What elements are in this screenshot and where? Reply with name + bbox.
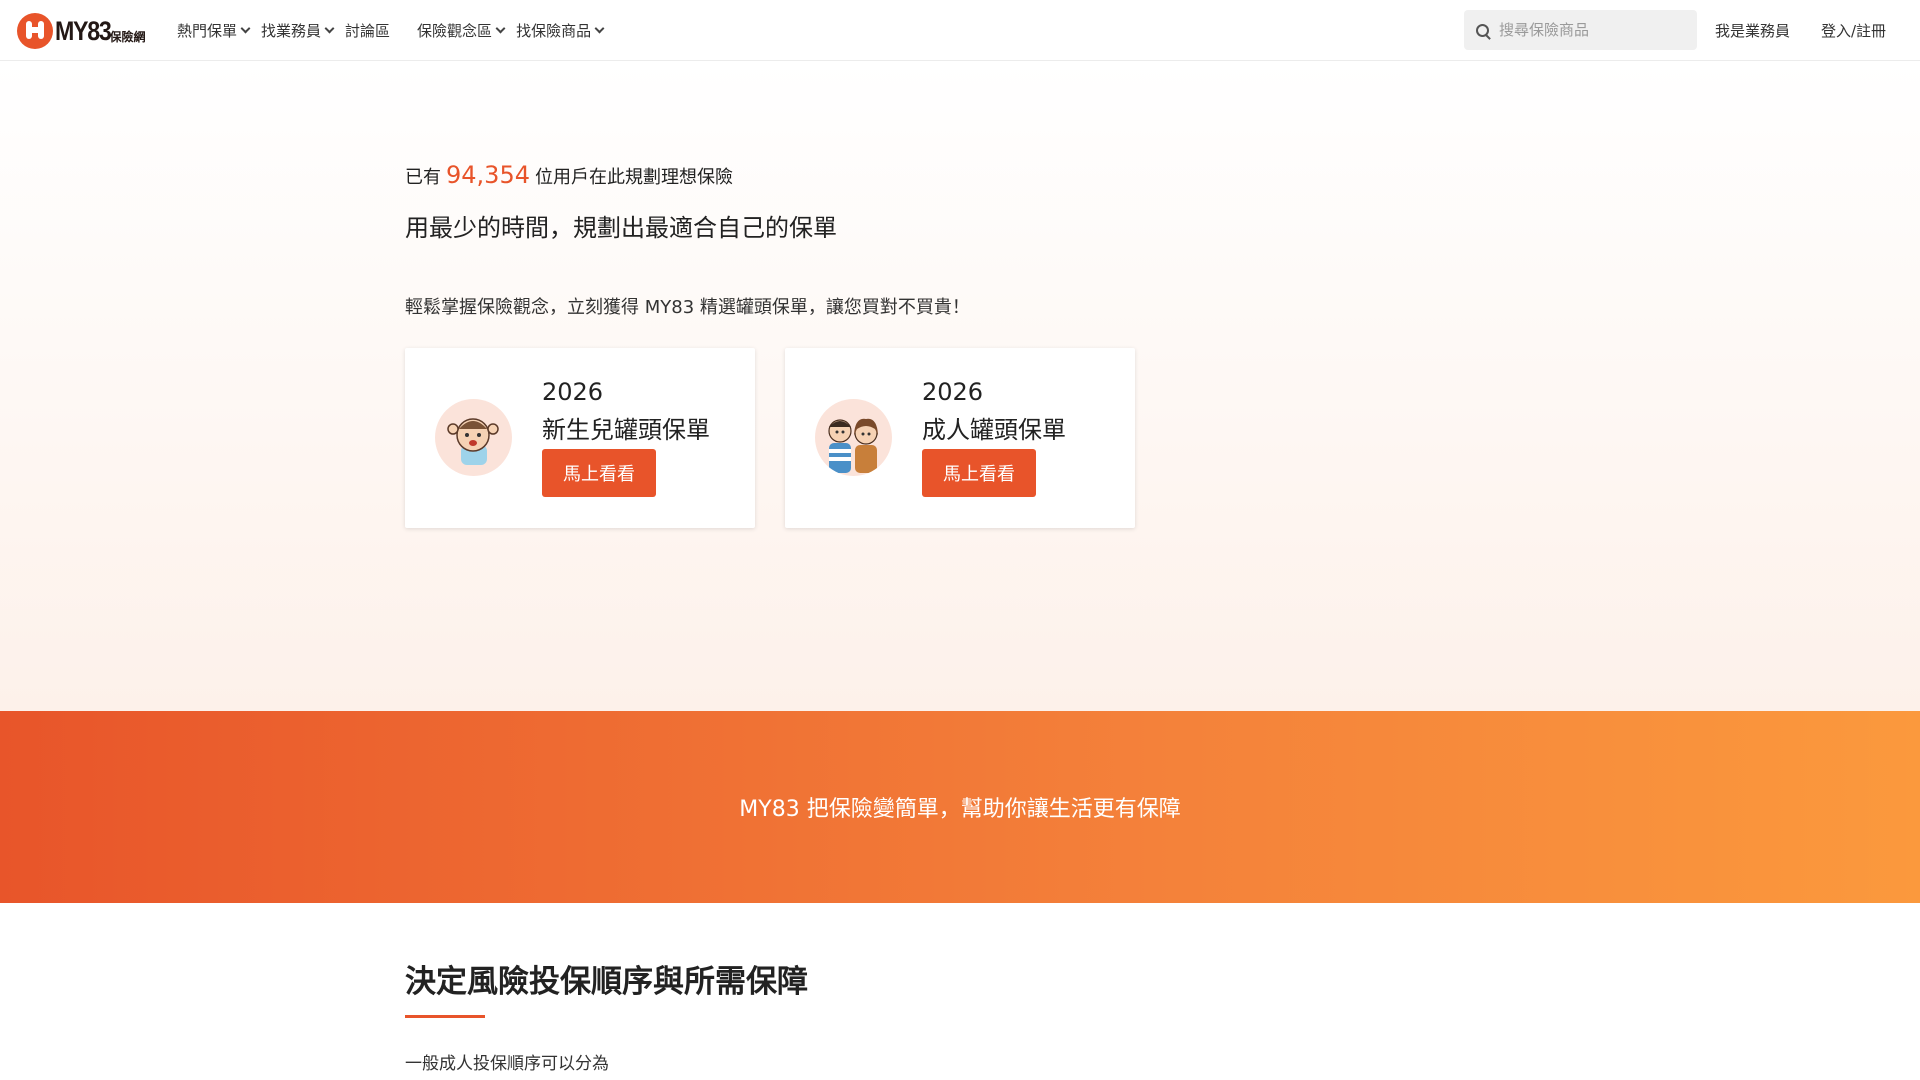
baby-icon xyxy=(435,399,512,476)
banner-text: MY83 把保險變簡單，幫助你讓生活更有保障 xyxy=(739,797,1181,822)
view-newborn-policy-button[interactable]: 馬上看看 xyxy=(542,449,656,497)
search-box xyxy=(1464,10,1697,50)
couple-icon xyxy=(815,399,892,476)
user-count-suffix: 位用戶在此規劃理想保險 xyxy=(534,167,733,188)
section-title: 決定風險投保順序與所需保障 xyxy=(405,964,808,1000)
chevron-down-icon xyxy=(240,23,251,34)
nav-popular-policies[interactable]: 熱門保單 xyxy=(177,20,251,41)
nav-insurance-concepts[interactable]: 保險觀念區 xyxy=(417,20,506,41)
logo-text: MY83 xyxy=(55,15,112,46)
card-year: 2026 xyxy=(922,378,984,406)
section-title-underline xyxy=(405,1015,485,1018)
logo-mark-icon xyxy=(17,13,53,49)
adult-policy-card: 2026 成人罐頭保單 馬上看看 xyxy=(785,348,1135,528)
view-adult-policy-button[interactable]: 馬上看看 xyxy=(922,449,1036,497)
nav-label: 熱門保單 xyxy=(177,22,238,40)
nav-find-products[interactable]: 找保險商品 xyxy=(516,20,605,41)
nav-label: 討論區 xyxy=(345,22,391,40)
nav-label: 保險觀念區 xyxy=(417,22,493,40)
newborn-policy-card: 2026 新生兒罐頭保單 馬上看看 xyxy=(405,348,755,528)
card-title: 新生兒罐頭保單 xyxy=(542,416,710,444)
logo-subtitle: 保險網 xyxy=(109,29,146,44)
chevron-down-icon xyxy=(324,23,335,34)
card-title: 成人罐頭保單 xyxy=(922,416,1066,444)
hero-section: 已有 94,354 位用戶在此規劃理想保險 用最少的時間，規劃出最適合自己的保單… xyxy=(0,61,1920,711)
nav-find-agent[interactable]: 找業務員 xyxy=(261,20,335,41)
site-logo[interactable]: MY83 保險網 xyxy=(17,13,146,49)
chevron-down-icon xyxy=(495,23,506,34)
nav-label: 找保險商品 xyxy=(516,22,592,40)
hero-subline: 輕鬆掌握保險觀念，立刻獲得 MY83 精選罐頭保單，讓您買對不買貴！ xyxy=(405,297,970,318)
main-nav: 熱門保單 找業務員 討論區 保險觀念區 找保險商品 xyxy=(177,0,615,61)
nav-label: 找業務員 xyxy=(261,22,322,40)
user-count-line: 已有 94,354 位用戶在此規劃理想保險 xyxy=(405,161,733,189)
user-count-prefix: 已有 xyxy=(405,167,441,188)
agent-link[interactable]: 我是業務員 xyxy=(1715,20,1790,41)
card-year: 2026 xyxy=(542,378,604,406)
search-input[interactable] xyxy=(1499,21,1689,39)
search-icon[interactable] xyxy=(1476,23,1489,37)
login-register-link[interactable]: 登入/註冊 xyxy=(1821,20,1886,41)
section-body-text: 一般成人投保順序可以分為 xyxy=(405,1054,609,1074)
user-count-number: 94,354 xyxy=(446,161,530,189)
slogan-banner: MY83 把保險變簡單，幫助你讓生活更有保障 xyxy=(0,711,1920,903)
top-header: MY83 保險網 熱門保單 找業務員 討論區 保險觀念區 找保險商品 我是業務員… xyxy=(0,0,1920,61)
chevron-down-icon xyxy=(594,23,605,34)
hero-headline: 用最少的時間，規劃出最適合自己的保單 xyxy=(405,214,837,242)
nav-forum[interactable]: 討論區 xyxy=(345,20,390,41)
